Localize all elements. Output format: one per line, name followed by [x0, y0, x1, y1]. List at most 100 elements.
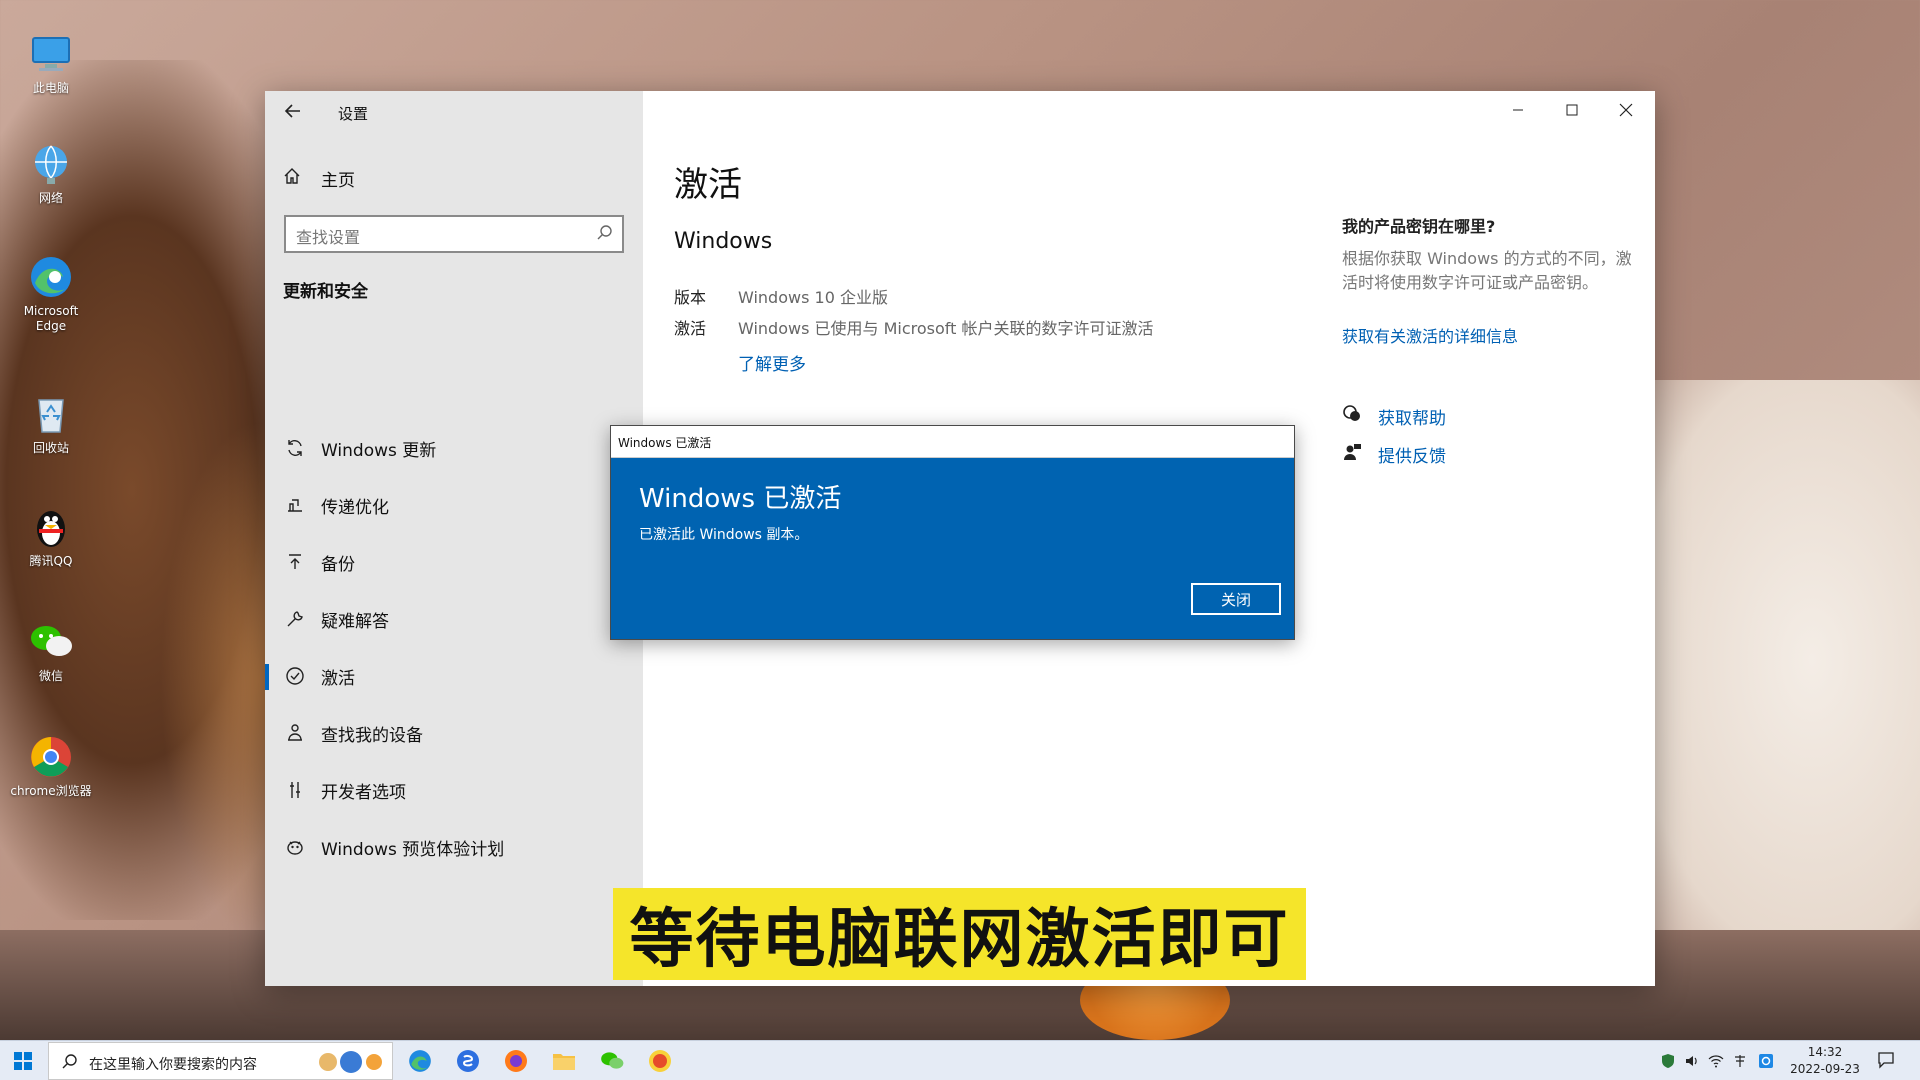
taskbar-search-box[interactable]: 在这里输入你要搜索的内容	[48, 1042, 393, 1080]
sidebar-item-developer-options[interactable]: 开发者选项	[265, 768, 643, 812]
wechat-icon	[601, 1052, 624, 1069]
dialog-close-button[interactable]: 关闭	[1191, 583, 1281, 615]
close-button[interactable]	[1603, 95, 1649, 125]
start-button[interactable]	[0, 1041, 46, 1080]
dialog-title-bar[interactable]: Windows 已激活	[611, 426, 1294, 458]
recycle-bin-icon	[27, 390, 75, 438]
sidebar-item-windows-insider[interactable]: Windows 预览体验计划	[265, 825, 643, 869]
desktop-icon-label: 腾讯QQ	[29, 554, 73, 568]
desktop-icon-label: 此电脑	[32, 81, 69, 95]
chat-help-icon	[1342, 404, 1362, 429]
volume-icon[interactable]	[1682, 1051, 1702, 1071]
activation-dialog: Windows 已激活 Windows 已激活 已激活此 Windows 副本。…	[610, 425, 1295, 640]
give-feedback-link[interactable]: 提供反馈	[1342, 442, 1446, 467]
taskbar-sogou[interactable]	[448, 1045, 488, 1077]
activation-label: 激活	[674, 319, 707, 338]
wrench-icon	[283, 607, 307, 631]
desktop-icon-label: 微信	[38, 669, 63, 683]
desktop-icon-this-pc[interactable]: 此电脑	[10, 30, 92, 96]
monitor-icon	[27, 30, 75, 78]
learn-more-link[interactable]: 了解更多	[738, 350, 806, 375]
desktop-icon-edge[interactable]: Microsoft Edge	[10, 253, 92, 334]
desktop-icon-label: Microsoft Edge	[23, 304, 79, 333]
search-highlight-icon	[316, 1049, 386, 1079]
delivery-icon	[283, 493, 307, 517]
page-title: 激活	[674, 165, 742, 205]
security-tray-icon[interactable]	[1658, 1051, 1678, 1071]
clock-date: 2022-09-23	[1790, 1062, 1860, 1076]
activation-details-link[interactable]: 获取有关激活的详细信息	[1342, 323, 1518, 347]
globe-icon	[27, 140, 75, 188]
desktop-icon-wechat[interactable]: 微信	[10, 618, 92, 684]
qq-tray-icon[interactable]	[1756, 1051, 1776, 1071]
window-title: 设置	[338, 105, 369, 123]
developer-icon	[283, 778, 307, 802]
desktop-icon-label: 回收站	[32, 441, 69, 455]
search-icon	[596, 224, 614, 242]
sogou-icon	[457, 1050, 479, 1072]
edge-icon	[409, 1050, 431, 1072]
person-location-icon	[283, 721, 307, 745]
taskbar-clock[interactable]: 14:32 2022-09-23	[1785, 1044, 1865, 1078]
give-feedback-label: 提供反馈	[1378, 447, 1446, 467]
sidebar-item-home[interactable]: 主页	[283, 165, 355, 191]
ime-icon[interactable]	[1730, 1051, 1750, 1071]
get-help-link[interactable]: 获取帮助	[1342, 404, 1446, 429]
backup-icon	[283, 550, 307, 574]
insider-icon	[283, 835, 307, 859]
sidebar-item-find-my-device[interactable]: 查找我的设备	[265, 711, 643, 755]
section-subtitle: Windows	[674, 229, 773, 254]
sidebar-item-label: Windows 预览体验计划	[321, 839, 505, 860]
sidebar-item-label: 查找我的设备	[321, 725, 423, 746]
activation-value: Windows 已使用与 Microsoft 帐户关联的数字许可证激活	[738, 319, 1154, 338]
desktop-icon-network[interactable]: 网络	[10, 140, 92, 206]
search-placeholder: 查找设置	[296, 228, 361, 247]
settings-search-input[interactable]: 查找设置	[284, 215, 624, 253]
wechat-icon	[27, 618, 75, 666]
dialog-title: Windows 已激活	[639, 484, 842, 514]
close-icon	[1619, 103, 1633, 117]
dialog-bar-title: Windows 已激活	[618, 436, 712, 450]
sidebar-item-activation[interactable]: 激活	[265, 654, 643, 698]
sidebar: 设置 主页 查找设置 更新和安全 Windows 更新 传递优化 备份 疑难解答…	[265, 91, 643, 986]
desktop-icon-chrome[interactable]: chrome浏览器	[10, 733, 92, 799]
maximize-button[interactable]	[1549, 95, 1595, 125]
windows-logo-icon	[14, 1052, 32, 1070]
taskbar-app-k[interactable]	[640, 1045, 680, 1077]
desktop-icon-label: 网络	[38, 191, 63, 205]
chrome-icon	[27, 733, 75, 781]
folder-icon	[553, 1054, 575, 1070]
video-subtitle-banner: 等待电脑联网激活即可	[613, 888, 1306, 980]
desktop-icon-label: chrome浏览器	[10, 784, 92, 798]
wifi-icon[interactable]	[1706, 1051, 1726, 1071]
sidebar-item-windows-update[interactable]: Windows 更新	[265, 426, 643, 470]
sidebar-item-label: 传递优化	[321, 497, 389, 518]
sidebar-item-label: 疑难解答	[321, 611, 389, 632]
sidebar-item-label: 开发者选项	[321, 782, 406, 803]
notification-center-icon[interactable]	[1876, 1050, 1898, 1072]
check-circle-icon	[283, 664, 307, 688]
sidebar-item-label: 激活	[321, 668, 355, 689]
desktop-icon-qq[interactable]: 腾讯QQ	[10, 503, 92, 569]
back-arrow-icon[interactable]	[283, 101, 305, 123]
k-app-icon	[649, 1050, 671, 1072]
feedback-icon	[1342, 442, 1362, 467]
desktop-icon-recycle-bin[interactable]: 回收站	[10, 390, 92, 456]
get-help-label: 获取帮助	[1378, 409, 1446, 429]
product-key-text: 根据你获取 Windows 的方式的不同，激活时将使用数字许可证或产品密钥。	[1342, 249, 1632, 292]
taskbar-edge[interactable]	[400, 1045, 440, 1077]
product-key-title: 我的产品密钥在哪里?	[1342, 217, 1496, 236]
taskbar-firefox[interactable]	[496, 1045, 536, 1077]
search-icon	[61, 1053, 79, 1071]
taskbar-search-placeholder: 在这里输入你要搜索的内容	[89, 1057, 257, 1073]
taskbar-file-explorer[interactable]	[544, 1045, 584, 1077]
sidebar-item-delivery-optimization[interactable]: 传递优化	[265, 483, 643, 527]
taskbar: 在这里输入你要搜索的内容 14:32 2022-09-23	[0, 1040, 1920, 1080]
minimize-icon	[1513, 109, 1523, 111]
edition-value: Windows 10 企业版	[738, 288, 888, 307]
sidebar-item-troubleshoot[interactable]: 疑难解答	[265, 597, 643, 641]
taskbar-wechat[interactable]	[592, 1045, 632, 1077]
minimize-button[interactable]	[1495, 95, 1541, 125]
edition-label: 版本	[674, 288, 707, 307]
sidebar-item-backup[interactable]: 备份	[265, 540, 643, 584]
